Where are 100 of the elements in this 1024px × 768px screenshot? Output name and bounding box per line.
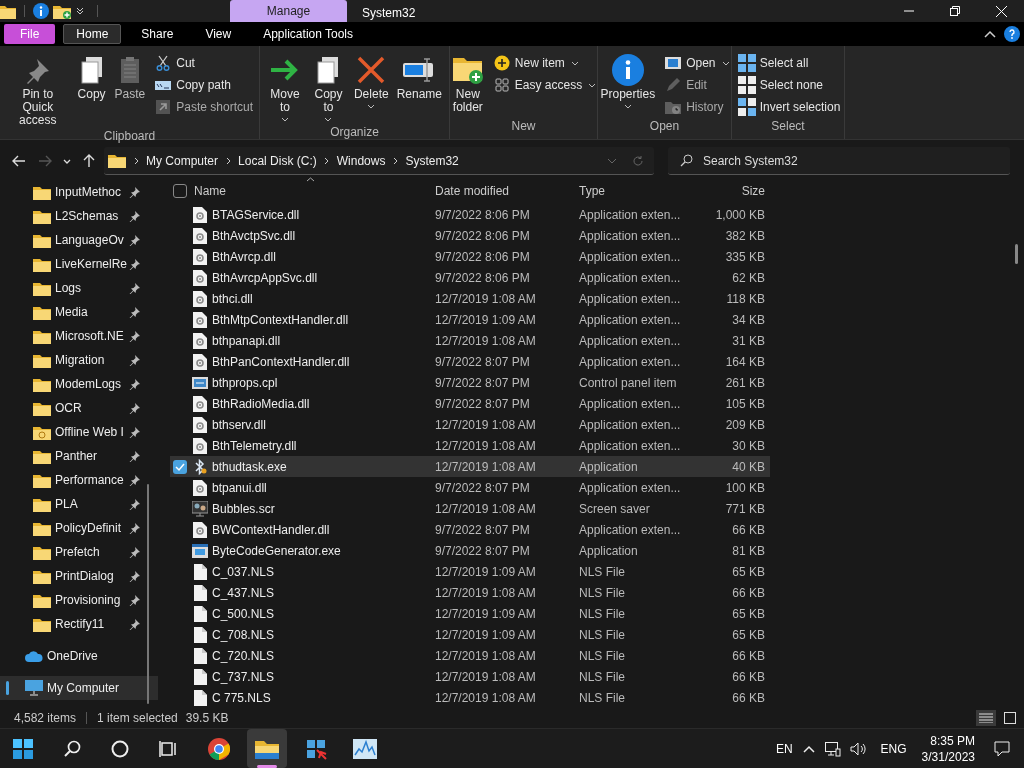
ribbon-button[interactable]: Invert selection [735, 98, 843, 116]
breadcrumb-item[interactable]: My Computer [146, 151, 219, 170]
scrollbar-thumb[interactable] [1015, 244, 1018, 264]
sidebar-item[interactable]: LiveKernelRe [0, 252, 158, 276]
file-row[interactable]: BTAGService.dll 9/7/2022 8:06 PM Application exten... 1,000 KB [170, 204, 770, 225]
ribbon-button[interactable]: New item [490, 54, 599, 72]
type-cell-text: NLS File [579, 626, 626, 644]
network-icon[interactable] [824, 740, 841, 757]
file-row[interactable]: BthTelemetry.dll 12/7/2019 1:08 AM Application exten... 30 KB [170, 435, 770, 456]
sidebar-item[interactable]: Rectify11 [0, 612, 158, 636]
sidebar-item[interactable]: OCR [0, 396, 158, 420]
file-row[interactable]: C_720.NLS 12/7/2019 1:08 AM NLS File 66 KB [170, 645, 770, 666]
file-row[interactable]: BWContextHandler.dll 9/7/2022 8:07 PM Application exten... 66 KB [170, 519, 770, 540]
file-row[interactable]: Bubbles.scr 12/7/2019 1:08 AM Screen saver 771 KB [170, 498, 770, 519]
ribbon-button[interactable]: Move to [264, 54, 307, 123]
column-header[interactable]: Date modified [435, 182, 579, 200]
select-all-checkbox[interactable] [173, 184, 187, 198]
sidebar-item[interactable]: Performance [0, 468, 158, 492]
file-row[interactable]: bthci.dll 12/7/2019 1:08 AM Application exten... 118 KB [170, 288, 770, 309]
sidebar-item[interactable]: Offline Web I [0, 420, 158, 444]
file-row[interactable]: BthAvctpSvc.dll 9/7/2022 8:06 PM Application exten... 382 KB [170, 225, 770, 246]
ribbon-tab[interactable]: Share [129, 24, 186, 44]
sidebar-item[interactable]: Media [0, 300, 158, 324]
folder-icon[interactable] [0, 3, 16, 19]
sidebar-item[interactable]: PLA [0, 492, 158, 516]
file-row[interactable]: BthMtpContextHandler.dll 12/7/2019 1:09 AM Application exten... 34 KB [170, 309, 770, 330]
file-row[interactable]: C_500.NLS 12/7/2019 1:09 AM NLS File 65 KB [170, 603, 770, 624]
sidebar-item[interactable]: Provisioning [0, 588, 158, 612]
file-row[interactable]: bthserv.dll 12/7/2019 1:08 AM Application exten... 209 KB [170, 414, 770, 435]
ribbon-button[interactable]: Open [662, 54, 732, 72]
ribbon-button[interactable]: Cut [152, 54, 255, 72]
chevron-down-icon[interactable] [75, 6, 85, 16]
column-header[interactable]: Size [697, 182, 765, 200]
ribbon-button[interactable]: Properties [597, 54, 659, 110]
file-row[interactable]: BthAvrcpAppSvc.dll 9/7/2022 8:06 PM Application exten... 62 KB [170, 267, 770, 288]
sidebar-item[interactable]: My Computer [0, 676, 158, 700]
sidebar-item[interactable]: Panther [0, 444, 158, 468]
sidebar-item[interactable]: Prefetch [0, 540, 158, 564]
ribbon-tab[interactable]: Application Tools [251, 24, 366, 44]
folder-icon [33, 616, 51, 632]
ribbon-button[interactable]: Delete [350, 54, 392, 110]
breadcrumb-item[interactable]: System32 [405, 151, 459, 170]
column-header[interactable]: Name [190, 182, 435, 200]
sidebar-item[interactable]: ModemLogs [0, 372, 158, 396]
ribbon-button[interactable]: Copy [73, 54, 110, 101]
file-row[interactable]: C_708.NLS 12/7/2019 1:09 AM NLS File 65 KB [170, 624, 770, 645]
clock-time[interactable]: 8:35 PM [930, 732, 975, 749]
ribbon-button[interactable]: Easy access [490, 76, 599, 94]
sidebar-item[interactable]: Migration [0, 348, 158, 372]
scrollbar-thumb[interactable] [147, 484, 149, 704]
sidebar-item[interactable]: Microsoft.NE [0, 324, 158, 348]
column-header[interactable]: Type [579, 182, 697, 200]
file-row[interactable]: bthpanapi.dll 12/7/2019 1:08 AM Application exten... 31 KB [170, 330, 770, 351]
sidebar-item[interactable]: PolicyDefinit [0, 516, 158, 540]
address-field[interactable]: My Computer Local Disk (C:) Windows System32 [104, 147, 654, 175]
ribbon-tab[interactable]: View [193, 24, 244, 44]
folder-icon[interactable] [247, 729, 287, 768]
breadcrumb-item[interactable]: Local Disk (C:) [238, 151, 317, 170]
ribbon-tab[interactable]: File [4, 24, 56, 44]
details-view-icon[interactable] [976, 710, 996, 726]
file-row[interactable]: BthPanContextHandler.dll 9/7/2022 8:07 PM Application exten... 164 KB [170, 351, 770, 372]
volume-icon[interactable] [849, 740, 866, 757]
ribbon-tab[interactable]: Home [63, 24, 122, 44]
file-row[interactable]: C_037.NLS 12/7/2019 1:09 AM NLS File 65 KB [170, 561, 770, 582]
file-row[interactable]: ByteCodeGenerator.exe 9/7/2022 8:07 PM Application 81 KB [170, 540, 770, 561]
sidebar-item[interactable]: InputMethoc [0, 180, 158, 204]
notification-icon[interactable] [994, 740, 1010, 757]
search-field[interactable]: Search System32 [668, 147, 1010, 175]
clock-date[interactable]: 3/31/2023 [921, 748, 975, 765]
ribbon-button[interactable]: Pin to Quick access [4, 54, 72, 127]
ribbon-button[interactable]: Copy path [152, 76, 255, 94]
file-row[interactable]: btpanui.dll 9/7/2022 8:07 PM Application exten... 100 KB [170, 477, 770, 498]
input-indicator[interactable]: EN [775, 739, 793, 758]
collapse-ribbon-icon[interactable] [984, 30, 996, 38]
ribbon-button[interactable]: Rename [393, 54, 445, 101]
breadcrumb-item[interactable]: Windows [336, 151, 386, 170]
sidebar-item[interactable]: Logs [0, 276, 158, 300]
file-row[interactable]: BthAvrcp.dll 9/7/2022 8:06 PM Application exten... 335 KB [170, 246, 770, 267]
sidebar-item[interactable]: LanguageOv [0, 228, 158, 252]
info-icon[interactable] [33, 3, 49, 19]
sidebar-item[interactable]: OneDrive [0, 644, 158, 668]
file-row[interactable]: bthudtask.exe 12/7/2019 1:08 AM Application 40 KB [170, 456, 770, 477]
ribbon-button[interactable]: New folder [448, 54, 487, 114]
folder-icon [33, 280, 51, 296]
file-row[interactable]: C 775.NLS 12/7/2019 1:08 AM NLS File 66 KB [170, 687, 770, 708]
language-indicator[interactable]: ENG [880, 739, 907, 758]
help-icon[interactable] [1004, 26, 1020, 42]
sidebar-item[interactable]: PrintDialog [0, 564, 158, 588]
ribbon-button[interactable]: Select all [735, 54, 843, 72]
checkbox-checked-icon[interactable] [173, 459, 187, 474]
sidebar-item[interactable]: L2Schemas [0, 204, 158, 228]
context-tab-label[interactable]: Manage [230, 0, 347, 22]
file-row[interactable]: BthRadioMedia.dll 9/7/2022 8:07 PM Application exten... 105 KB [170, 393, 770, 414]
file-row[interactable]: bthprops.cpl 9/7/2022 8:07 PM Control panel item 261 KB [170, 372, 770, 393]
refresh-icon[interactable] [632, 154, 644, 167]
ribbon-button[interactable]: Copy to [308, 54, 349, 123]
file-row[interactable]: C_737.NLS 12/7/2019 1:08 AM NLS File 66 KB [170, 666, 770, 687]
ribbon-button[interactable]: Select none [735, 76, 843, 94]
new-folder-icon[interactable] [53, 3, 71, 19]
file-row[interactable]: C_437.NLS 12/7/2019 1:08 AM NLS File 66 KB [170, 582, 770, 603]
